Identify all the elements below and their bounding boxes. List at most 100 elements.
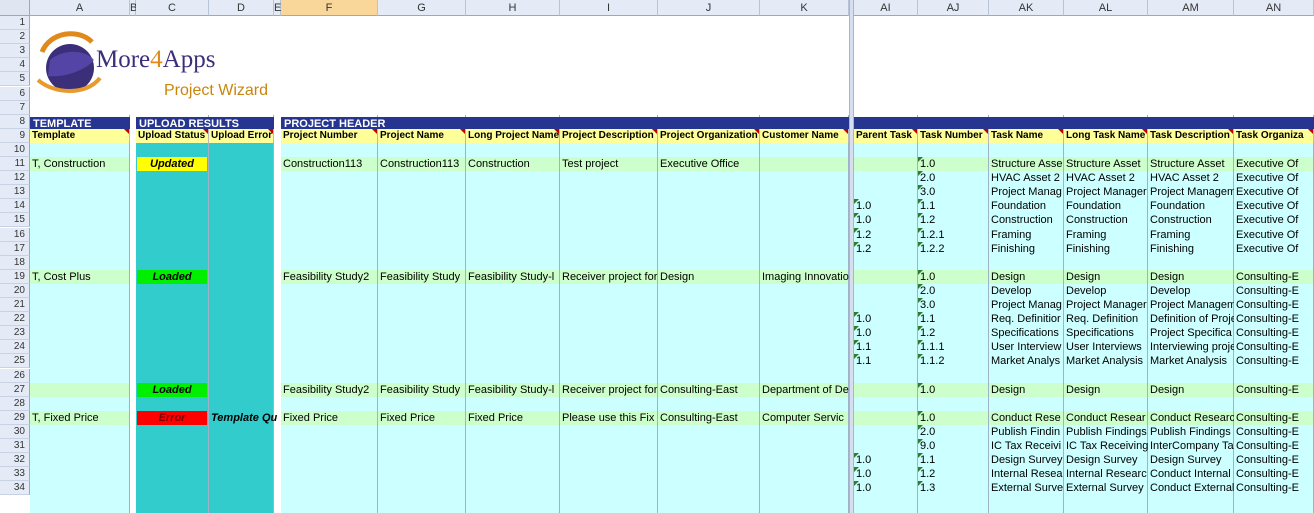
task-organization-cell[interactable]: Executive Of <box>1234 185 1314 199</box>
task-description-cell[interactable]: Design Survey <box>1148 453 1234 467</box>
project-name-cell[interactable]: Fixed Price <box>378 411 466 425</box>
customer-name-cell[interactable]: Computer Servic <box>760 411 849 425</box>
select-all-corner[interactable] <box>0 0 30 16</box>
task-name-cell[interactable]: Framing <box>989 228 1064 242</box>
column-header-k[interactable]: K <box>760 0 849 16</box>
row-header-8[interactable]: 8 <box>0 114 30 129</box>
task-number-cell[interactable]: 1.2 <box>918 467 989 481</box>
task-description-cell[interactable]: Interviewing proje <box>1148 340 1234 354</box>
row-header-21[interactable]: 21 <box>0 298 30 313</box>
long-task-name-cell[interactable]: Project Manager <box>1064 298 1148 312</box>
task-description-cell[interactable]: InterCompany Ta <box>1148 439 1234 453</box>
freeze-pane-divider[interactable] <box>849 0 854 513</box>
row-header-19[interactable]: 19 <box>0 269 30 284</box>
task-description-cell[interactable]: HVAC Asset 2 <box>1148 171 1234 185</box>
task-number-cell[interactable]: 1.0 <box>918 382 989 397</box>
task-name-cell[interactable]: Structure Asse <box>989 157 1064 171</box>
field-header-long-task-name[interactable]: Long Task Name <box>1064 128 1148 143</box>
row-header-12[interactable]: 12 <box>0 171 30 186</box>
task-number-cell[interactable]: 1.1 <box>918 199 989 213</box>
long-task-name-cell[interactable]: User Interviews <box>1064 340 1148 354</box>
task-number-cell[interactable]: 1.0 <box>918 410 989 425</box>
project-number-cell[interactable]: Fixed Price <box>281 411 378 425</box>
row-header-29[interactable]: 29 <box>0 410 30 425</box>
project-description-cell[interactable]: Please use this Fix <box>560 411 658 425</box>
row-header-32[interactable]: 32 <box>0 453 30 468</box>
long-project-name-cell[interactable]: Feasibility Study-l <box>466 383 560 397</box>
row-header-5[interactable]: 5 <box>0 72 30 87</box>
task-description-cell[interactable]: Conduct External <box>1148 481 1234 495</box>
task-name-cell[interactable]: Project Manag <box>989 298 1064 312</box>
task-organization-cell[interactable]: Consulting-E <box>1234 354 1314 368</box>
field-header-parent-task[interactable]: Parent Task <box>854 128 918 143</box>
task-name-cell[interactable]: Specifications <box>989 326 1064 340</box>
row-header-9[interactable]: 9 <box>0 128 30 143</box>
field-header-customer-name[interactable]: Customer Name <box>760 128 849 143</box>
task-number-cell[interactable]: 2.0 <box>918 171 989 185</box>
task-description-cell[interactable]: Develop <box>1148 284 1234 298</box>
project-name-cell[interactable]: Construction113 <box>378 157 466 171</box>
parent-task-cell[interactable]: 1.0 <box>854 213 918 227</box>
template-cell[interactable]: T, Cost Plus <box>30 270 130 284</box>
row-header-15[interactable]: 15 <box>0 213 30 228</box>
task-description-cell[interactable]: Design <box>1148 383 1234 397</box>
row-header-16[interactable]: 16 <box>0 227 30 242</box>
field-header-upload-error[interactable]: Upload Error <box>209 128 274 143</box>
upload-status-cell[interactable]: Error <box>137 410 207 425</box>
task-description-cell[interactable]: Project Managem <box>1148 298 1234 312</box>
task-description-cell[interactable]: Framing <box>1148 228 1234 242</box>
task-organization-cell[interactable]: Consulting-E <box>1234 467 1314 481</box>
column-header-aj[interactable]: AJ <box>918 0 989 16</box>
field-header-long-project-name[interactable]: Long Project Name <box>466 128 560 143</box>
task-organization-cell[interactable]: Consulting-E <box>1234 425 1314 439</box>
task-name-cell[interactable]: Internal Resea <box>989 467 1064 481</box>
column-header-a[interactable]: A <box>30 0 130 16</box>
long-task-name-cell[interactable]: External Survey <box>1064 481 1148 495</box>
long-task-name-cell[interactable]: HVAC Asset 2 <box>1064 171 1148 185</box>
row-header-24[interactable]: 24 <box>0 340 30 355</box>
task-organization-cell[interactable]: Consulting-E <box>1234 439 1314 453</box>
project-organization-cell[interactable]: Design <box>658 270 760 284</box>
task-name-cell[interactable]: Design <box>989 383 1064 397</box>
row-header-31[interactable]: 31 <box>0 439 30 454</box>
task-description-cell[interactable]: Publish Findings <box>1148 425 1234 439</box>
long-task-name-cell[interactable]: Design <box>1064 270 1148 284</box>
task-number-cell[interactable]: 1.0 <box>918 157 989 171</box>
row-header-4[interactable]: 4 <box>0 58 30 73</box>
task-name-cell[interactable]: Design <box>989 270 1064 284</box>
project-number-cell[interactable]: Feasibility Study2 <box>281 270 378 284</box>
row-header-25[interactable]: 25 <box>0 354 30 369</box>
parent-task-cell[interactable]: 1.0 <box>854 326 918 340</box>
task-description-cell[interactable]: Finishing <box>1148 242 1234 256</box>
task-organization-cell[interactable]: Executive Of <box>1234 199 1314 213</box>
column-header-f[interactable]: F <box>281 0 378 16</box>
task-name-cell[interactable]: Project Manag <box>989 185 1064 199</box>
long-task-name-cell[interactable]: Conduct Resear <box>1064 411 1148 425</box>
row-header-6[interactable]: 6 <box>0 86 30 101</box>
task-organization-cell[interactable]: Executive Of <box>1234 171 1314 185</box>
task-description-cell[interactable]: Project Specifica <box>1148 326 1234 340</box>
task-name-cell[interactable]: External Surve <box>989 481 1064 495</box>
task-number-cell[interactable]: 1.2 <box>918 213 989 227</box>
task-number-cell[interactable]: 1.2 <box>918 326 989 340</box>
project-name-cell[interactable]: Feasibility Study <box>378 270 466 284</box>
task-number-cell[interactable]: 9.0 <box>918 439 989 453</box>
task-name-cell[interactable]: Publish Findin <box>989 425 1064 439</box>
project-number-cell[interactable]: Construction113 <box>281 157 378 171</box>
parent-task-cell[interactable]: 1.0 <box>854 199 918 213</box>
row-header-1[interactable]: 1 <box>0 16 30 31</box>
task-description-cell[interactable]: Conduct Internal <box>1148 467 1234 481</box>
row-header-22[interactable]: 22 <box>0 312 30 327</box>
long-task-name-cell[interactable]: Market Analysis <box>1064 354 1148 368</box>
task-name-cell[interactable]: User Interview <box>989 340 1064 354</box>
column-header-g[interactable]: G <box>378 0 466 16</box>
upload-status-cell[interactable]: Loaded <box>137 269 207 284</box>
task-number-cell[interactable]: 1.1 <box>918 453 989 467</box>
parent-task-cell[interactable]: 1.0 <box>854 312 918 326</box>
project-organization-cell[interactable]: Executive Office <box>658 157 760 171</box>
task-number-cell[interactable]: 3.0 <box>918 298 989 312</box>
parent-task-cell[interactable]: 1.1 <box>854 340 918 354</box>
field-header-project-description[interactable]: Project Description <box>560 128 658 143</box>
task-organization-cell[interactable]: Consulting-E <box>1234 481 1314 495</box>
customer-name-cell[interactable]: Department of De <box>760 383 849 397</box>
